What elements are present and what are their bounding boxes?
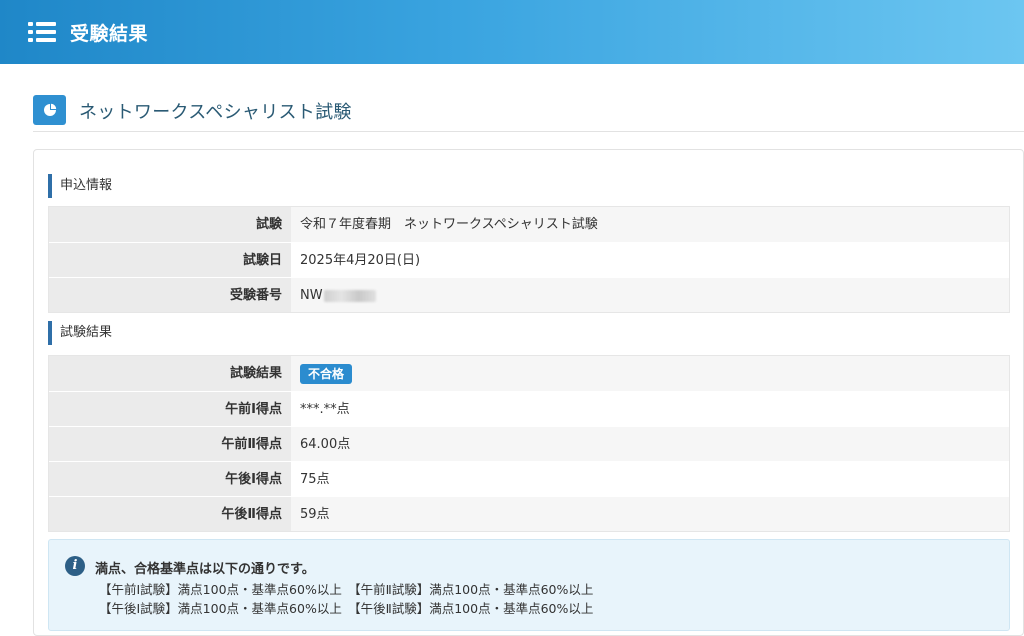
section-title-application: 申込情報 <box>48 174 112 198</box>
table-row: 試験結果 不合格 <box>49 356 1009 391</box>
row-label: 午後Ⅰ得点 <box>49 462 291 496</box>
table-row: 午前Ⅱ得点 64.00点 <box>49 426 1009 461</box>
page-header: ネットワークスペシャリスト試験 <box>33 92 1024 132</box>
pie-chart-icon <box>33 95 66 125</box>
table-row: 午前Ⅰ得点 ***.**点 <box>49 391 1009 426</box>
results-table: 試験結果 不合格 午前Ⅰ得点 ***.**点 午前Ⅱ得点 64.00点 午後Ⅰ得… <box>48 355 1010 532</box>
row-value: 64.00点 <box>291 427 1009 461</box>
application-table: 試験 令和７年度春期 ネットワークスペシャリスト試験 試験日 2025年4月20… <box>48 206 1010 313</box>
row-label: 試験結果 <box>49 356 291 391</box>
notice-line: 【午前Ⅰ試験】満点100点・基準点60%以上 【午前Ⅱ試験】満点100点・基準点… <box>99 582 594 597</box>
notice-line: 【午後Ⅰ試験】満点100点・基準点60%以上 【午後Ⅱ試験】満点100点・基準点… <box>99 601 594 616</box>
row-label: 試験日 <box>49 243 291 277</box>
row-value-wrap: 不合格 <box>291 356 1009 391</box>
row-value-wrap: NW <box>291 278 1009 312</box>
section-title-results: 試験結果 <box>48 321 112 345</box>
header-title: 受験結果 <box>70 22 149 45</box>
row-value: 59点 <box>291 497 1009 531</box>
table-row: 試験 令和７年度春期 ネットワークスペシャリスト試験 <box>49 207 1009 242</box>
row-label: 午前Ⅰ得点 <box>49 392 291 426</box>
row-value: ***.**点 <box>291 392 1009 426</box>
status-badge: 不合格 <box>300 363 353 384</box>
row-label: 午前Ⅱ得点 <box>49 427 291 461</box>
table-row: 受験番号 NW <box>49 277 1009 312</box>
page-title: ネットワークスペシャリスト試験 <box>79 102 352 123</box>
row-label: 受験番号 <box>49 278 291 312</box>
result-panel: 申込情報 試験 令和７年度春期 ネットワークスペシャリスト試験 試験日 2025… <box>33 149 1024 636</box>
list-icon[interactable] <box>28 22 56 42</box>
row-label: 午後Ⅱ得点 <box>49 497 291 531</box>
table-row: 午後Ⅰ得点 75点 <box>49 461 1009 496</box>
top-header-bar: 受験結果 <box>0 0 1024 64</box>
row-value: 75点 <box>291 462 1009 496</box>
row-value: 2025年4月20日(日) <box>291 243 1009 277</box>
info-icon: i <box>65 556 85 576</box>
table-row: 午後Ⅱ得点 59点 <box>49 496 1009 531</box>
row-label: 試験 <box>49 207 291 242</box>
table-row: 試験日 2025年4月20日(日) <box>49 242 1009 277</box>
row-value: 令和７年度春期 ネットワークスペシャリスト試験 <box>291 207 1009 242</box>
info-notice: i 満点、合格基準点は以下の通りです。 【午前Ⅰ試験】満点100点・基準点60%… <box>48 539 1010 631</box>
notice-title: 満点、合格基準点は以下の通りです。 <box>95 562 315 577</box>
exam-number: NW <box>300 288 323 303</box>
redacted-number <box>323 289 376 302</box>
